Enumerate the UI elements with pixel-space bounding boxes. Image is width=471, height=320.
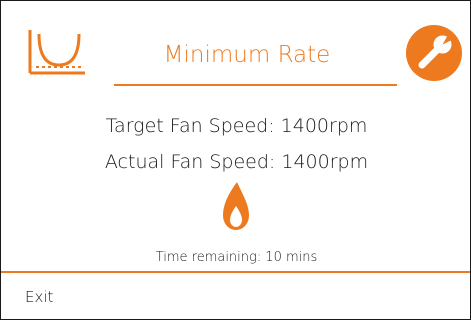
wrench-icon (406, 25, 462, 81)
actual-fan-speed: Actual Fan Speed: 1400rpm (104, 151, 369, 173)
page-title: Minimum Rate (163, 42, 331, 68)
time-remaining: Time remaining: 10 mins (155, 250, 318, 265)
flame-icon (222, 181, 250, 231)
target-fan-speed: Target Fan Speed: 1400rpm (105, 115, 368, 137)
service-settings-button[interactable] (406, 25, 462, 81)
title-divider (114, 84, 397, 86)
footer-divider (1, 271, 470, 273)
minimum-rate-curve-icon (27, 28, 87, 80)
minimum-rate-screen: Minimum Rate Target Fan Speed: 1400rpm A… (0, 0, 471, 320)
exit-button[interactable]: Exit (25, 286, 53, 308)
